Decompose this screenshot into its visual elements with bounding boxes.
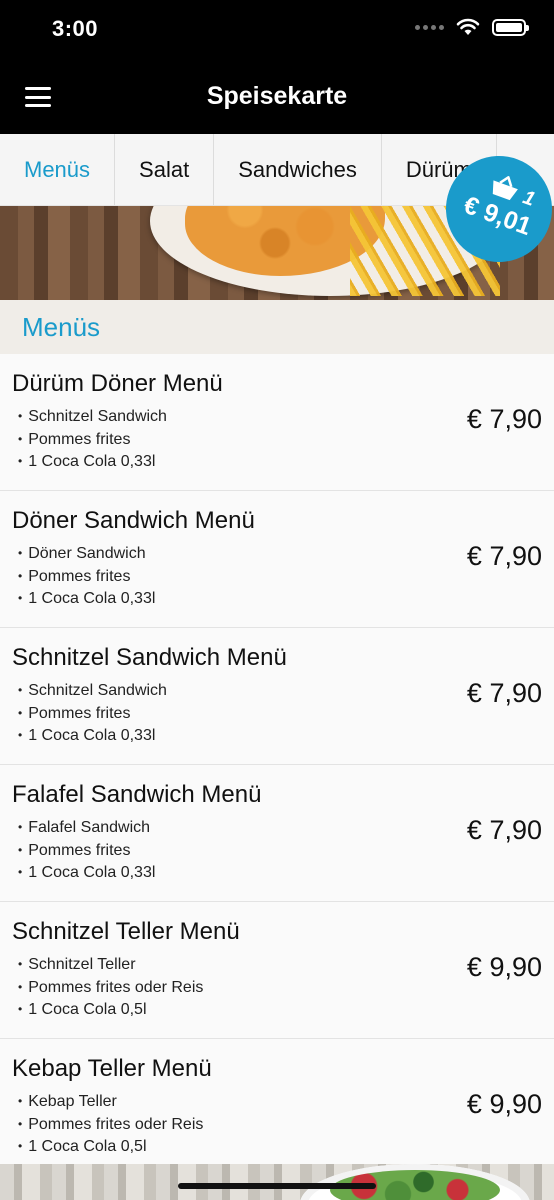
list-item[interactable]: Kebap Teller Menü Kebap Teller Pommes fr… [0, 1039, 554, 1176]
cart-count: 1 [519, 186, 538, 211]
list-item[interactable]: Schnitzel Teller Menü Schnitzel Teller P… [0, 902, 554, 1039]
item-price: € 7,90 [466, 541, 542, 571]
item-name: Schnitzel Sandwich Menü [12, 644, 287, 671]
list-item[interactable]: Schnitzel Sandwich Menü Schnitzel Sandwi… [0, 628, 554, 765]
item-description: Falafel Sandwich Pommes frites 1 Coca Co… [18, 817, 155, 885]
tab-menues[interactable]: Menüs [0, 134, 116, 205]
item-description: Schnitzel Sandwich Pommes frites 1 Coca … [18, 680, 167, 748]
list-item[interactable]: Döner Sandwich Menü Döner Sandwich Pomme… [0, 491, 554, 628]
item-description: Kebap Teller Pommes frites oder Reis 1 C… [18, 1091, 203, 1159]
status-time: 3:00 [52, 16, 99, 41]
item-name: Dürüm Döner Menü [12, 370, 223, 397]
item-price: € 7,90 [466, 678, 542, 708]
cellular-signal-icon [415, 24, 444, 30]
item-price: € 9,90 [466, 952, 542, 982]
item-description: Schnitzel Teller Pommes frites oder Reis… [18, 954, 203, 1022]
item-name: Döner Sandwich Menü [12, 507, 255, 534]
home-indicator[interactable] [178, 1183, 376, 1189]
list-item[interactable]: Dürüm Döner Menü Schnitzel Sandwich Pomm… [0, 354, 554, 491]
item-description: Schnitzel Sandwich Pommes frites 1 Coca … [18, 406, 167, 474]
status-icons [415, 18, 529, 36]
page-title: Speisekarte [206, 82, 348, 110]
next-category-image [0, 1164, 554, 1200]
item-price: € 7,90 [466, 404, 542, 434]
section-header: Menüs [0, 300, 554, 354]
list-item[interactable]: Falafel Sandwich Menü Falafel Sandwich P… [0, 765, 554, 902]
section-title: Menüs [22, 312, 101, 342]
tab-salat[interactable]: Salat [115, 134, 215, 205]
item-description: Döner Sandwich Pommes frites 1 Coca Cola… [18, 543, 155, 611]
status-bar: 3:00 [0, 0, 554, 60]
item-name: Schnitzel Teller Menü [12, 918, 240, 945]
tab-sandwiches[interactable]: Sandwiches [214, 134, 382, 205]
item-name: Falafel Sandwich Menü [12, 781, 262, 808]
battery-icon [492, 18, 529, 36]
item-name: Kebap Teller Menü [12, 1055, 212, 1082]
menu-list: Dürüm Döner Menü Schnitzel Sandwich Pomm… [0, 354, 554, 1176]
wifi-icon [456, 18, 480, 35]
nav-bar: Speisekarte [0, 60, 554, 134]
item-price: € 9,90 [466, 1089, 542, 1119]
item-price: € 7,90 [466, 815, 542, 845]
